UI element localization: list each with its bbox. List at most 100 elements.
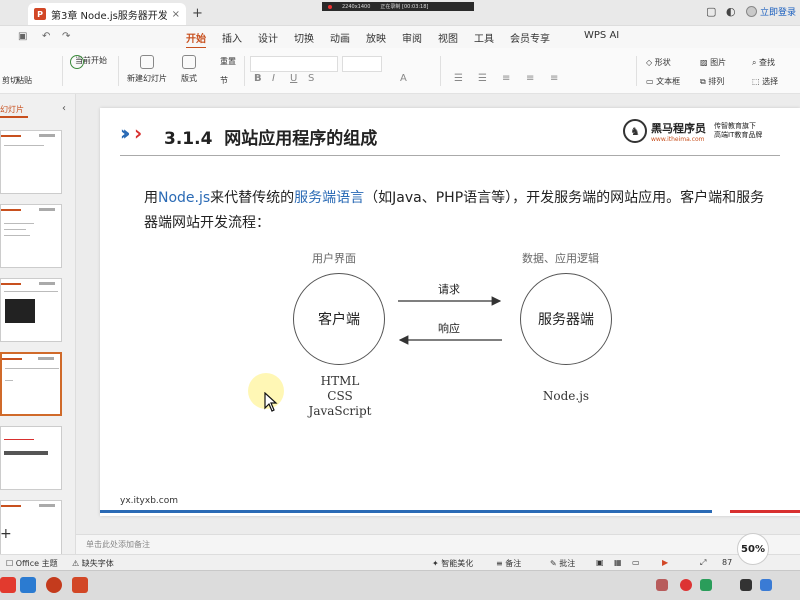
missing-fonts-button[interactable]: ⚠ 缺失字体 <box>72 558 114 569</box>
shape-button[interactable]: ◇ 形状 <box>646 57 671 68</box>
request-label: 请求 <box>438 283 460 296</box>
theme-name: Office 主题 <box>15 559 58 568</box>
slide-editor-canvas: ›› › 3.1.4 网站应用程序的组成 ♞ 黑马程序员 www.itheima… <box>76 94 800 534</box>
slide-thumbnail[interactable] <box>0 204 62 268</box>
mouse-cursor-icon <box>264 392 278 412</box>
strikethrough-icon[interactable]: S <box>308 73 314 84</box>
font-size-select[interactable] <box>342 56 382 72</box>
arrange-label: 排列 <box>708 77 725 86</box>
slide-thumbnail[interactable] <box>0 278 62 342</box>
ribbon-divider <box>440 56 441 86</box>
save-icon[interactable]: ▣ <box>18 31 27 42</box>
layout-icon <box>182 55 196 69</box>
theme-label[interactable]: ☐ Office 主题 <box>6 558 58 569</box>
align-left-icon[interactable]: ≡ <box>502 73 510 84</box>
menu-member[interactable]: 会员专享 <box>510 30 550 45</box>
app-icon[interactable] <box>0 577 16 593</box>
menu-insert[interactable]: 插入 <box>222 30 242 45</box>
font-color-icon[interactable]: A <box>400 73 407 84</box>
align-center-icon[interactable]: ≡ <box>526 73 534 84</box>
section-button[interactable]: 节 <box>220 75 228 86</box>
add-slide-button[interactable]: + <box>0 526 12 542</box>
collapse-panel-icon[interactable]: ‹ <box>62 103 66 114</box>
title-bar: P 第3章 Node.js服务器开发.ppt × + 2240x1400 正在录… <box>0 0 800 26</box>
play-icon <box>70 55 84 69</box>
notes-pane[interactable]: 单击此处添加备注 <box>76 534 800 554</box>
client-tech-list: HTML CSS JavaScript <box>298 374 382 419</box>
wps-icon[interactable] <box>72 577 88 593</box>
reset-button[interactable]: 重置 <box>220 56 236 67</box>
slide-thumbnail-panel: 幻灯片 ‹ + <box>0 94 76 564</box>
menu-transitions[interactable]: 切换 <box>294 30 314 45</box>
play-from-current-button[interactable]: 当前开始 <box>70 55 112 69</box>
slide-thumbnail-selected[interactable] <box>0 352 62 416</box>
footer-bar-red <box>730 510 800 513</box>
tray-icon[interactable] <box>656 579 668 591</box>
select-label: 选择 <box>762 77 779 86</box>
skin-icon[interactable]: ◐ <box>726 5 736 18</box>
menu-slideshow[interactable]: 放映 <box>366 30 386 45</box>
menu-tools[interactable]: 工具 <box>474 30 494 45</box>
play-slideshow-icon[interactable]: ▶ <box>662 558 668 567</box>
current-slide[interactable]: ›› › 3.1.4 网站应用程序的组成 ♞ 黑马程序员 www.itheima… <box>100 108 800 516</box>
find-button[interactable]: ⌕ 查找 <box>752 57 775 68</box>
redo-icon[interactable]: ↷ <box>62 31 70 42</box>
undo-icon[interactable]: ↶ <box>42 31 50 42</box>
login-button[interactable]: 立即登录 <box>746 5 796 18</box>
underline-icon[interactable]: U <box>290 73 297 84</box>
new-tab-button[interactable]: + <box>192 6 203 21</box>
footer-bar-blue <box>100 510 712 513</box>
bold-icon[interactable]: B <box>254 73 262 84</box>
menu-home[interactable]: 开始 <box>186 30 206 49</box>
tray-app-icon[interactable] <box>760 579 772 591</box>
thumbnail-panel-title: 幻灯片 <box>0 105 28 118</box>
new-slide-button[interactable]: 新建幻灯片 <box>122 55 172 84</box>
recording-status: 正在录制 [00:03:18] <box>380 4 429 10</box>
align-right-icon[interactable]: ≡ <box>550 73 558 84</box>
tray-app-icon[interactable] <box>740 579 752 591</box>
fit-window-icon[interactable]: ⤢ <box>700 558 706 568</box>
menu-design[interactable]: 设计 <box>258 30 278 45</box>
font-family-select[interactable] <box>250 56 338 72</box>
notes-toggle-button[interactable]: ≡ 备注 <box>496 558 521 569</box>
layout-button[interactable]: 版式 <box>174 55 204 84</box>
paste-button[interactable]: 粘贴 <box>16 75 32 86</box>
sorter-view-icon[interactable]: ▦ <box>614 558 622 567</box>
menu-animations[interactable]: 动画 <box>330 30 350 45</box>
zoom-level[interactable]: 87 <box>722 558 732 567</box>
recording-resolution: 2240x1400 <box>342 3 371 10</box>
slide-thumbnail[interactable] <box>0 426 62 490</box>
select-button[interactable]: ⬚ 选择 <box>752 76 778 87</box>
document-tab[interactable]: P 第3章 Node.js服务器开发.ppt × <box>28 3 186 25</box>
reading-view-icon[interactable]: ▭ <box>632 558 640 567</box>
server-tech: Node.js <box>542 389 590 403</box>
tray-record-icon[interactable] <box>680 579 692 591</box>
restore-icon[interactable]: ▢ <box>706 5 716 18</box>
status-bar: ☐ Office 主题 ⚠ 缺失字体 ✦ 智能美化 ≡ 备注 ✎ 批注 ▣ ▦ … <box>0 554 800 570</box>
menu-view[interactable]: 视图 <box>438 30 458 45</box>
server-image <box>5 299 35 323</box>
slide-thumbnail[interactable] <box>0 130 62 194</box>
ribbon-divider <box>636 56 637 86</box>
response-label: 响应 <box>438 322 460 335</box>
taskbar <box>0 570 800 600</box>
vscode-icon[interactable] <box>20 577 36 593</box>
picture-button[interactable]: ▨ 图片 <box>700 57 726 68</box>
tab-title: 第3章 Node.js服务器开发.ppt <box>51 10 167 22</box>
normal-view-icon[interactable]: ▣ <box>596 558 604 567</box>
italic-icon[interactable]: I <box>272 73 275 84</box>
arrange-button[interactable]: ⧉ 排列 <box>700 76 724 87</box>
close-tab-icon[interactable]: × <box>172 9 180 20</box>
tray-app-icon[interactable] <box>700 579 712 591</box>
ribbon-divider <box>62 56 63 86</box>
menu-review[interactable]: 审阅 <box>402 30 422 45</box>
textbox-button[interactable]: ▭ 文本框 <box>646 76 680 87</box>
comments-button[interactable]: ✎ 批注 <box>550 558 575 569</box>
recorder-icon[interactable] <box>46 577 62 593</box>
ribbon-divider <box>244 56 245 86</box>
avatar-icon <box>746 6 757 17</box>
bullets-icon[interactable]: ☰ <box>454 73 463 84</box>
smart-beautify-button[interactable]: ✦ 智能美化 <box>432 558 473 569</box>
numbering-icon[interactable]: ☰ <box>478 73 487 84</box>
menu-wps-ai[interactable]: WPS AI <box>584 30 619 41</box>
